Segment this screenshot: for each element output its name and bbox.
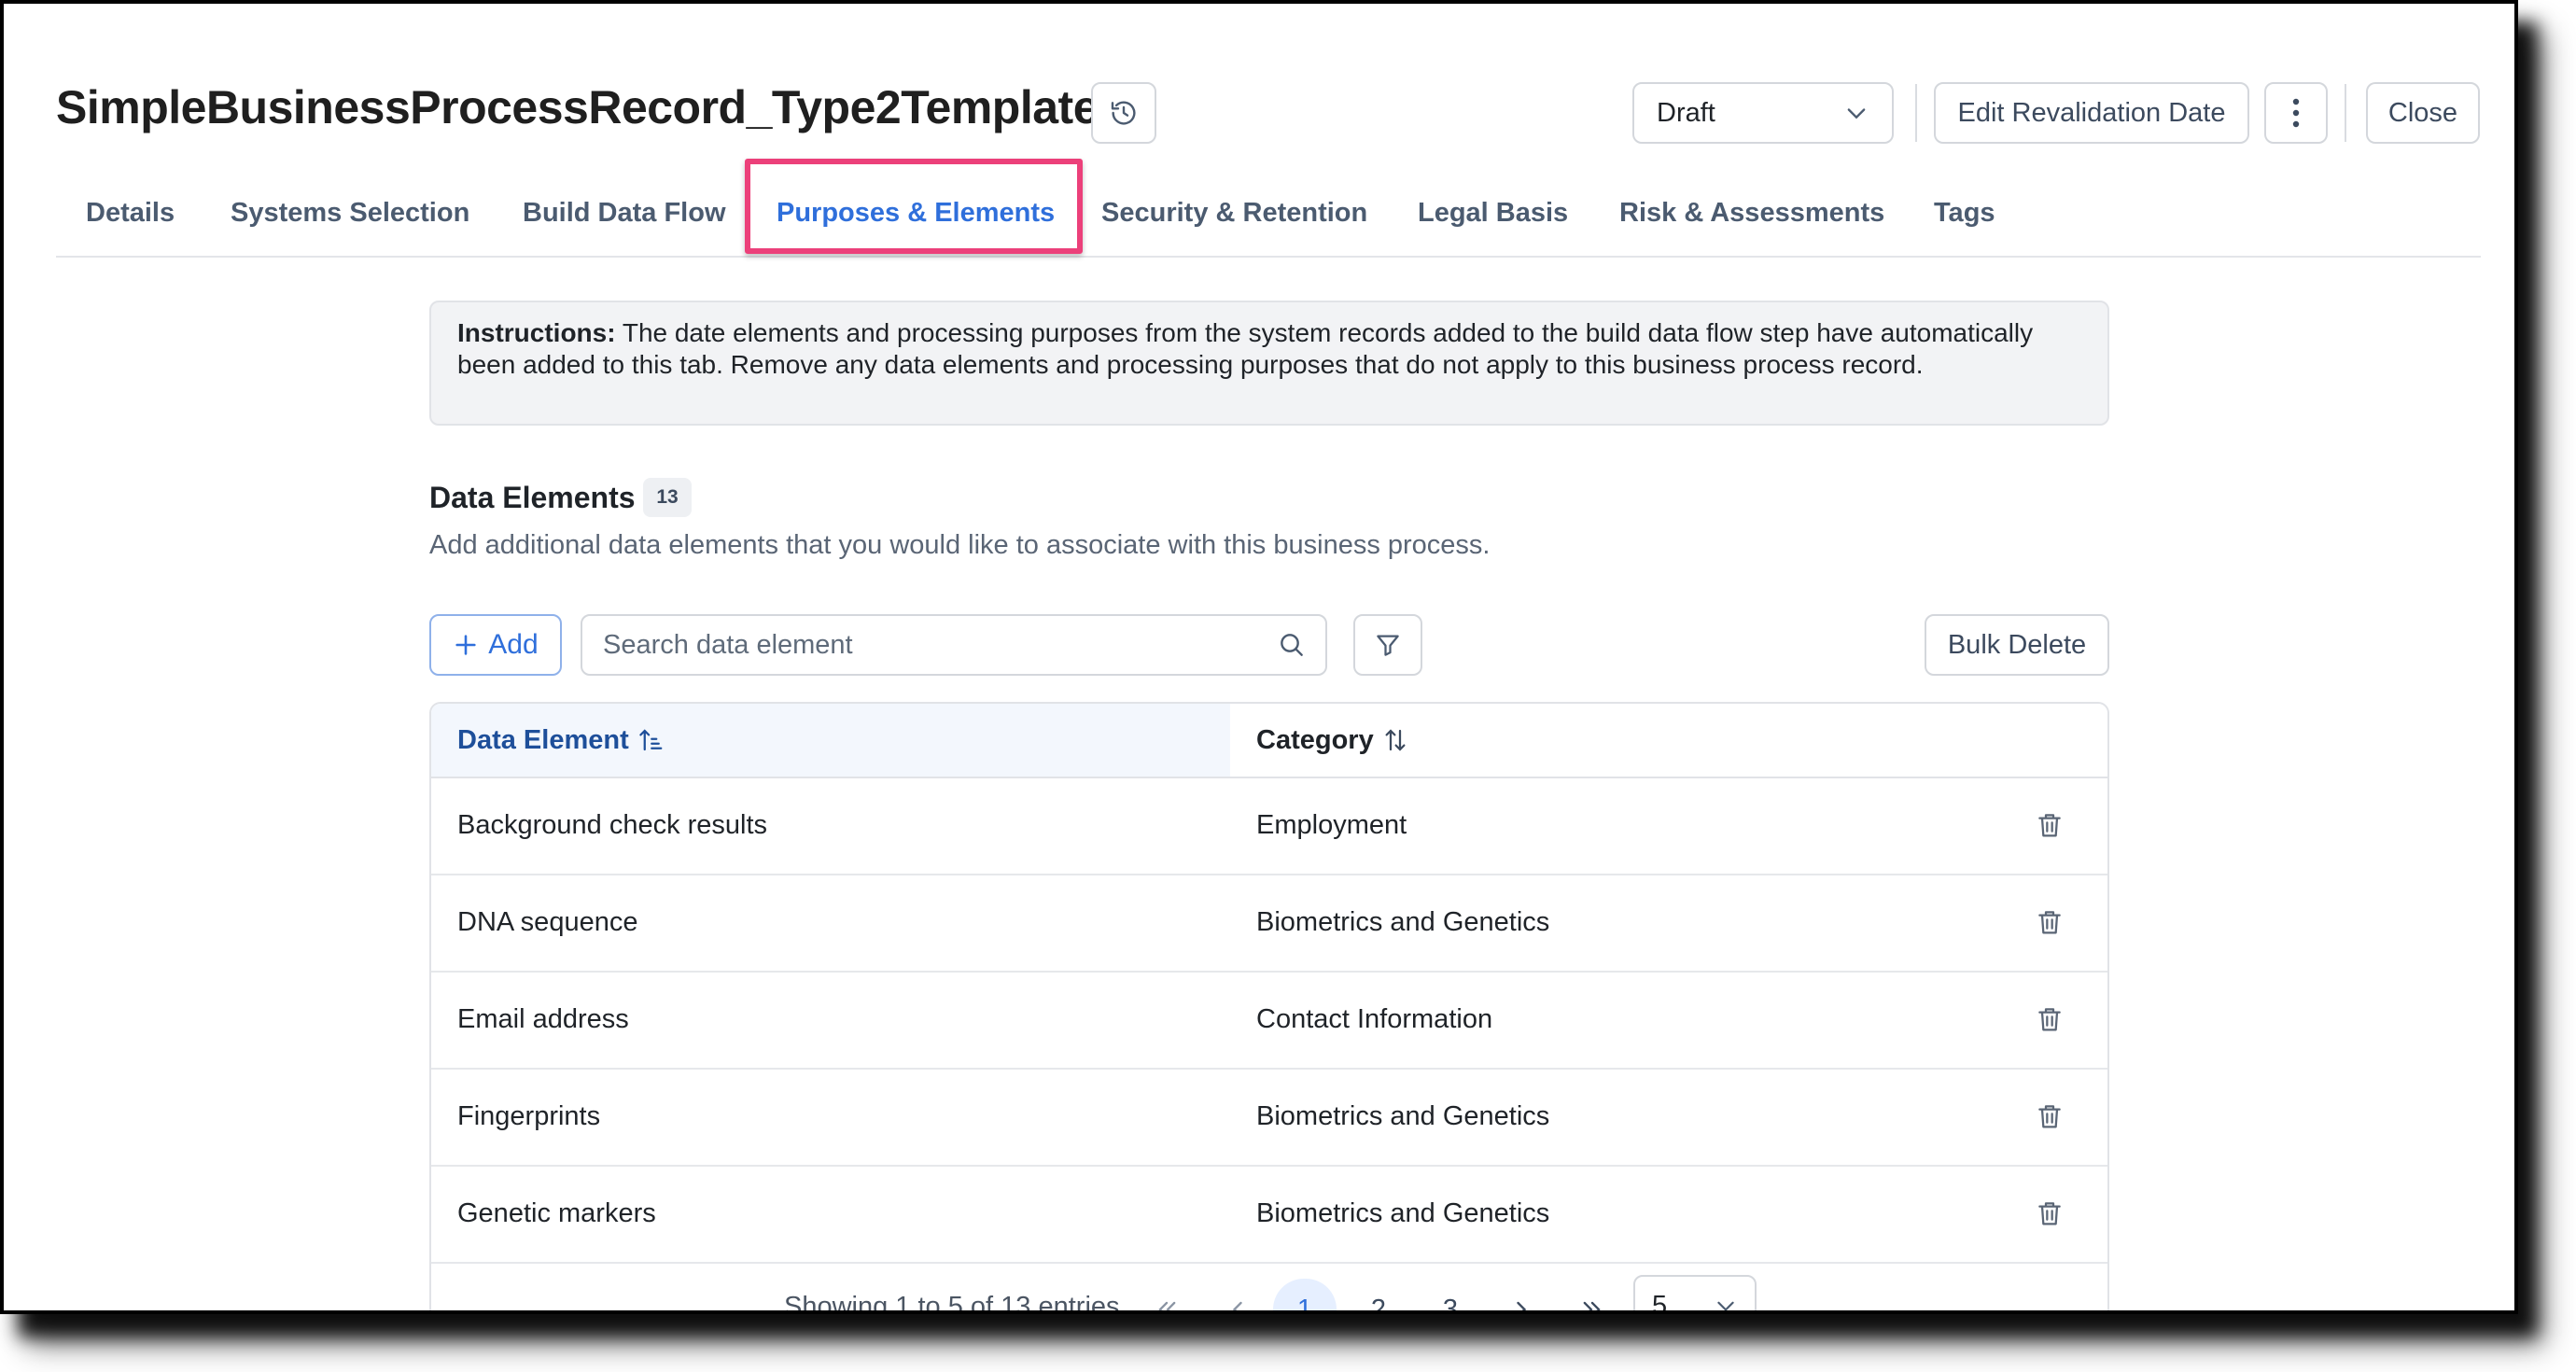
page-size-select[interactable]: 5 bbox=[1633, 1275, 1757, 1314]
delete-row-button[interactable] bbox=[2031, 1098, 2068, 1135]
chevron-left-icon bbox=[1232, 1301, 1242, 1310]
delete-row-button[interactable] bbox=[2031, 806, 2068, 844]
category-cell: Biometrics and Genetics bbox=[1256, 1101, 1550, 1131]
category-cell: Contact Information bbox=[1256, 1004, 1493, 1034]
page-title: SimpleBusinessProcessRecord_Type2Templat… bbox=[56, 81, 1099, 133]
page-size-value: 5 bbox=[1652, 1290, 1668, 1314]
double-chevron-left-icon bbox=[1158, 1301, 1176, 1310]
data-element-cell: Background check results bbox=[457, 810, 768, 840]
double-chevron-right-icon bbox=[1583, 1301, 1601, 1310]
add-data-element-button[interactable]: Add bbox=[429, 614, 562, 676]
trash-icon bbox=[2038, 911, 2061, 934]
bulk-delete-button[interactable]: Bulk Delete bbox=[1925, 614, 2109, 676]
chevron-down-icon bbox=[1847, 108, 1866, 119]
tab-build-data-flow[interactable]: Build Data Flow bbox=[523, 198, 726, 229]
chevron-down-icon bbox=[1717, 1301, 1734, 1310]
table-row: Background check results Employment bbox=[431, 778, 2107, 875]
instructions-text: The date elements and processing purpose… bbox=[457, 318, 2034, 379]
data-element-cell: Email address bbox=[457, 1004, 629, 1034]
sort-icon bbox=[1385, 729, 1406, 751]
trash-icon bbox=[2038, 1008, 2061, 1031]
search-input[interactable] bbox=[601, 628, 1258, 662]
column-header-label: Category bbox=[1256, 724, 1374, 755]
status-select[interactable]: Draft bbox=[1632, 82, 1894, 144]
section-title: Data Elements bbox=[429, 481, 636, 514]
table-header: Data Element Category bbox=[431, 704, 2107, 778]
plus-icon bbox=[455, 635, 476, 655]
instructions-prefix: Instructions: bbox=[457, 318, 616, 347]
count-badge: 13 bbox=[643, 478, 692, 517]
sort-ascending-icon bbox=[638, 729, 663, 751]
page-button-3[interactable]: 3 bbox=[1432, 1279, 1469, 1311]
first-page-button[interactable] bbox=[1148, 1279, 1185, 1310]
close-button[interactable]: Close bbox=[2366, 82, 2480, 144]
column-header-label: Data Element bbox=[457, 724, 629, 755]
app-window: SimpleBusinessProcessRecord_Type2Templat… bbox=[0, 0, 2518, 1314]
header-divider bbox=[1915, 84, 1917, 142]
pagination: Showing 1 to 5 of 13 entries 1 2 3 5 bbox=[431, 1260, 2107, 1314]
add-button-label: Add bbox=[488, 629, 539, 660]
search-icon bbox=[1281, 634, 1303, 656]
table-row: Email address Contact Information bbox=[431, 973, 2107, 1070]
search-field[interactable] bbox=[581, 614, 1327, 676]
delete-row-button[interactable] bbox=[2031, 1001, 2068, 1038]
kebab-menu-icon bbox=[2292, 98, 2300, 128]
tab-tags[interactable]: Tags bbox=[1934, 198, 1995, 229]
trash-icon bbox=[2038, 1202, 2061, 1225]
status-select-value: Draft bbox=[1657, 97, 1715, 128]
table-row: Genetic markers Biometrics and Genetics bbox=[431, 1167, 2107, 1264]
delete-row-button[interactable] bbox=[2031, 903, 2068, 941]
trash-icon bbox=[2038, 814, 2061, 837]
history-button[interactable] bbox=[1091, 82, 1156, 144]
section-description: Add additional data elements that you wo… bbox=[429, 530, 1491, 560]
instructions-banner: Instructions: The date elements and proc… bbox=[429, 301, 2109, 426]
edit-revalidation-date-button[interactable]: Edit Revalidation Date bbox=[1934, 82, 2249, 144]
data-element-cell: Fingerprints bbox=[457, 1101, 601, 1131]
tab-details[interactable]: Details bbox=[86, 198, 175, 229]
tab-legal-basis[interactable]: Legal Basis bbox=[1418, 198, 1568, 229]
table-row: DNA sequence Biometrics and Genetics bbox=[431, 875, 2107, 973]
category-cell: Biometrics and Genetics bbox=[1256, 1198, 1550, 1228]
pagination-summary: Showing 1 to 5 of 13 entries bbox=[784, 1292, 1120, 1314]
active-tab-highlight bbox=[745, 159, 1083, 254]
filter-icon bbox=[1377, 635, 1399, 656]
tab-risk-assessments[interactable]: Risk & Assessments bbox=[1619, 198, 1884, 229]
data-elements-table: Data Element Category Background check r… bbox=[429, 702, 2109, 1314]
category-cell: Employment bbox=[1256, 810, 1407, 840]
category-cell: Biometrics and Genetics bbox=[1256, 907, 1550, 937]
previous-page-button[interactable] bbox=[1219, 1279, 1256, 1310]
header-divider bbox=[2345, 84, 2346, 142]
table-row: Fingerprints Biometrics and Genetics bbox=[431, 1070, 2107, 1167]
tab-bar: Details Systems Selection Build Data Flo… bbox=[56, 183, 2481, 258]
page-button-2[interactable]: 2 bbox=[1360, 1279, 1397, 1311]
data-element-cell: DNA sequence bbox=[457, 907, 638, 937]
next-page-button[interactable] bbox=[1503, 1279, 1540, 1310]
column-header-data-element[interactable]: Data Element bbox=[431, 704, 1230, 777]
delete-row-button[interactable] bbox=[2031, 1195, 2068, 1232]
tab-security-retention[interactable]: Security & Retention bbox=[1101, 198, 1367, 229]
tab-systems-selection[interactable]: Systems Selection bbox=[231, 198, 469, 229]
chevron-right-icon bbox=[1517, 1301, 1527, 1310]
more-options-button[interactable] bbox=[2264, 82, 2328, 144]
history-icon bbox=[1111, 101, 1136, 125]
filter-button[interactable] bbox=[1353, 614, 1422, 676]
trash-icon bbox=[2038, 1105, 2061, 1128]
page-button-1[interactable]: 1 bbox=[1273, 1279, 1337, 1310]
data-element-cell: Genetic markers bbox=[457, 1198, 656, 1228]
last-page-button[interactable] bbox=[1574, 1279, 1611, 1310]
column-header-category[interactable]: Category bbox=[1230, 704, 1409, 777]
